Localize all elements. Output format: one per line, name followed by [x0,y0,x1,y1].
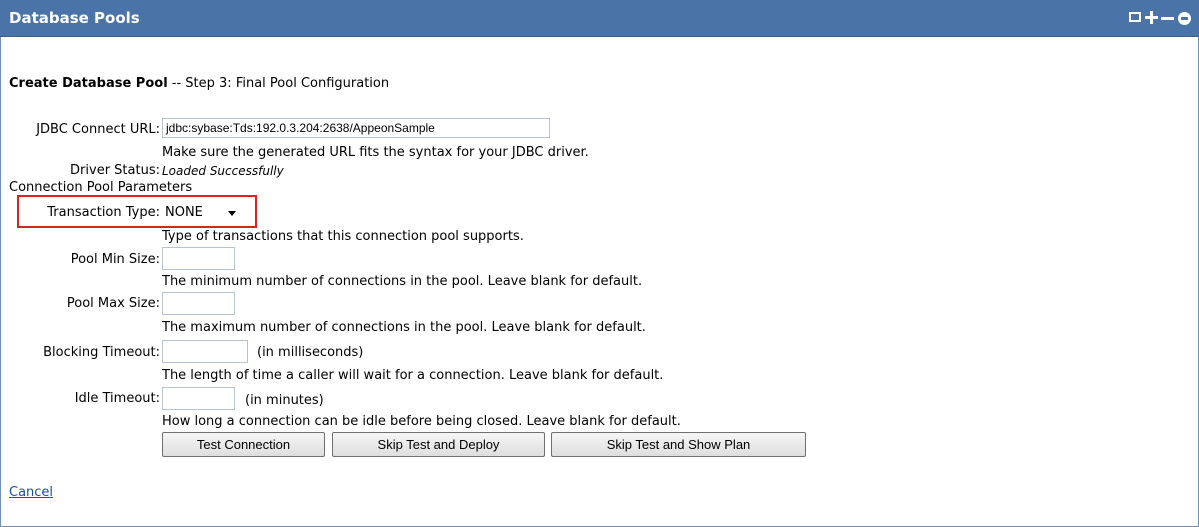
minimize-icon[interactable] [1161,11,1174,25]
add-icon[interactable] [1145,11,1158,25]
jdbc-label: JDBC Connect URL: [36,122,160,137]
blocking-hint: The length of time a caller will wait fo… [162,368,664,383]
blocking-unit: (in milliseconds) [257,345,364,360]
skip-test-show-plan-button[interactable]: Skip Test and Show Plan [551,432,806,457]
pool-min-hint: The minimum number of connections in the… [162,274,643,289]
heading-rest: -- Step 3: Final Pool Configuration [167,76,390,91]
transaction-label: Transaction Type: [47,205,160,220]
driver-status: Loaded Successfully [162,164,284,178]
chevron-down-icon [228,211,236,216]
blocking-timeout-input[interactable] [162,340,248,363]
idle-label: Idle Timeout: [74,391,160,406]
idle-unit: (in minutes) [245,393,324,408]
pool-min-label: Pool Min Size: [70,252,160,267]
title-bar: Database Pools [0,0,1199,37]
pool-min-input[interactable] [162,247,235,270]
transaction-hint: Type of transactions that this connectio… [162,229,524,244]
blocking-label: Blocking Timeout: [43,345,160,360]
driver-label: Driver Status: [70,163,160,178]
pool-max-hint: The maximum number of connections in the… [162,320,646,335]
section-heading: Connection Pool Parameters [9,180,193,195]
cancel-link[interactable]: Cancel [9,485,53,501]
jdbc-hint: Make sure the generated URL fits the syn… [162,145,589,160]
transaction-type-select[interactable]: NONE [162,202,242,223]
idle-timeout-input[interactable] [162,387,235,410]
jdbc-url-input[interactable]: jdbc:sybase:Tds:192.0.3.204:2638/AppeonS… [162,118,550,138]
test-connection-button[interactable]: Test Connection [162,432,325,457]
pool-max-input[interactable] [162,292,235,315]
window-title: Database Pools [9,9,140,27]
pool-max-label: Pool Max Size: [66,296,160,311]
heading-bold: Create Database Pool [9,76,168,91]
restore-icon[interactable] [1129,12,1141,22]
idle-hint: How long a connection can be idle before… [162,414,681,429]
transaction-value: NONE [165,205,203,220]
page-heading: Create Database Pool -- Step 3: Final Po… [9,76,389,92]
close-icon[interactable] [1178,12,1191,25]
skip-test-deploy-button[interactable]: Skip Test and Deploy [332,432,545,457]
